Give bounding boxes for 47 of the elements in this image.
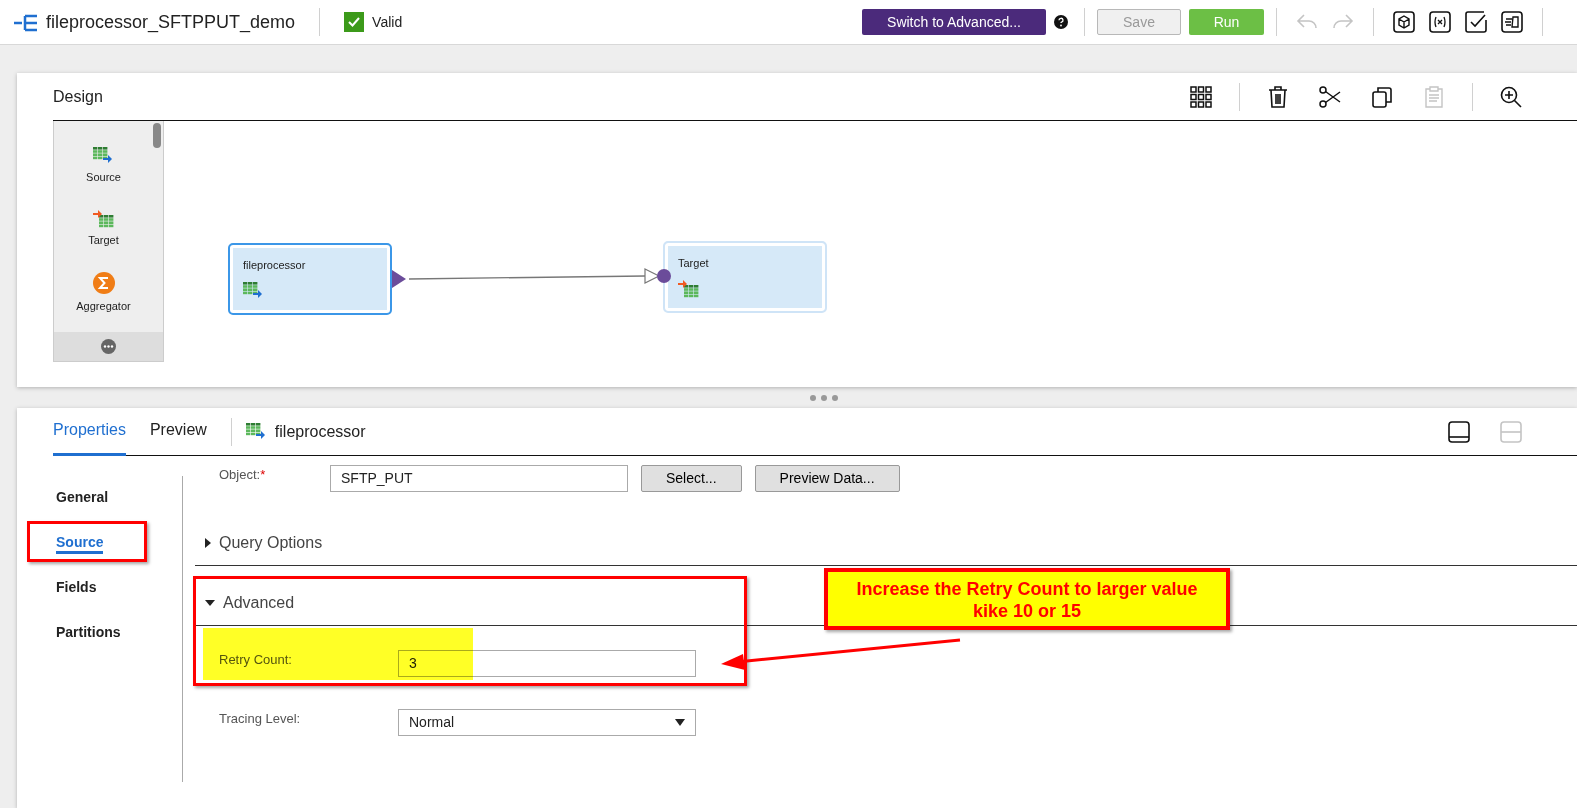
select-button[interactable]: Preview Data... bbox=[754, 465, 900, 492]
status-label: Valid bbox=[372, 12, 403, 32]
nav-item[interactable]: Source bbox=[56, 533, 104, 554]
nav-item[interactable]: Partitions bbox=[56, 623, 121, 644]
table-icon bbox=[678, 279, 699, 298]
table-icon bbox=[243, 281, 264, 300]
nav-item[interactable]: General bbox=[56, 488, 109, 509]
advanced-button[interactable]: Switch to Advanced... bbox=[862, 9, 1046, 35]
object-field[interactable]: SFTP_PUT bbox=[330, 465, 628, 492]
callout-note: Increase the Retry Count to larger value kike 10 or 15 bbox=[824, 568, 1230, 630]
more-icon[interactable] bbox=[101, 339, 116, 354]
field-label: Tracing Level: bbox=[219, 710, 302, 728]
target-node[interactable]: Target bbox=[663, 241, 827, 313]
resize-handle[interactable] bbox=[809, 394, 839, 402]
caret-icon[interactable] bbox=[205, 537, 211, 548]
document-icon[interactable] bbox=[1498, 8, 1526, 36]
section-header[interactable]: Advanced bbox=[223, 590, 295, 615]
required-mark: * bbox=[260, 467, 266, 482]
dropdown[interactable]: Normal bbox=[398, 709, 696, 736]
palette-label[interactable]: Aggregator bbox=[76, 298, 131, 315]
palette-label[interactable]: Target bbox=[88, 231, 119, 248]
input-port-icon[interactable] bbox=[657, 269, 671, 283]
function-icon[interactable] bbox=[1426, 8, 1454, 36]
palette-label[interactable]: Source bbox=[86, 169, 121, 186]
document-title: fileprocessor_SFTPPUT_demo bbox=[46, 10, 296, 35]
table-icon bbox=[245, 422, 267, 441]
field-label: Object: bbox=[219, 467, 261, 482]
tab[interactable]: Preview bbox=[149, 407, 207, 456]
checkmark-icon[interactable] bbox=[1462, 8, 1490, 36]
node-label: fileprocessor bbox=[243, 258, 307, 273]
source-node[interactable]: fileprocessor bbox=[228, 243, 392, 315]
table-icon[interactable] bbox=[93, 209, 114, 228]
caret-icon[interactable] bbox=[205, 599, 215, 606]
field-label: Retry Count: bbox=[219, 651, 293, 669]
tab[interactable]: Properties bbox=[53, 407, 126, 456]
table-icon[interactable] bbox=[93, 147, 114, 165]
caret-icon bbox=[675, 719, 685, 726]
panel-title: Design bbox=[53, 86, 103, 107]
cube-icon[interactable] bbox=[1390, 8, 1418, 36]
nav-item[interactable]: Fields bbox=[56, 578, 97, 599]
scrollbar-thumb[interactable] bbox=[153, 123, 161, 148]
sigma-icon[interactable] bbox=[92, 272, 115, 294]
help-icon[interactable] bbox=[1054, 15, 1068, 29]
section-header[interactable]: Query Options bbox=[219, 530, 323, 555]
object-name: fileprocessor bbox=[274, 421, 366, 442]
node-label: Target bbox=[678, 256, 710, 271]
select-button[interactable]: Select... bbox=[641, 465, 742, 492]
